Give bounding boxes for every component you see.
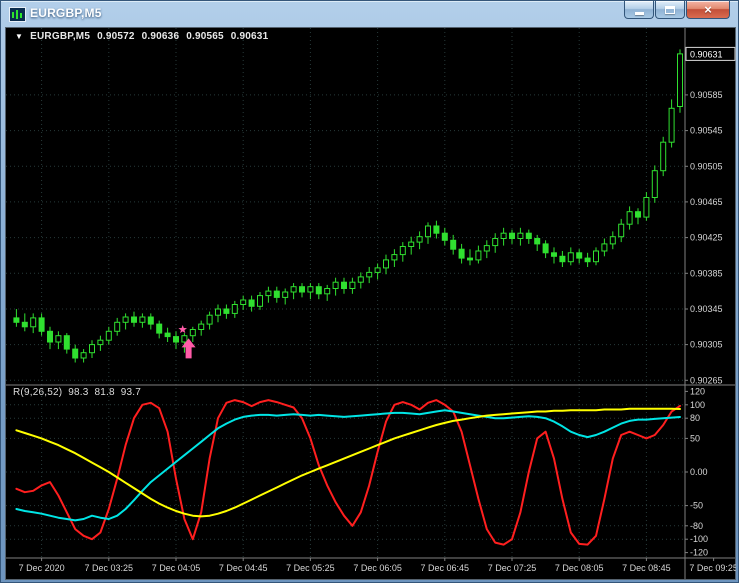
svg-text:7 Dec 07:25: 7 Dec 07:25 (488, 563, 537, 573)
minimize-icon (635, 12, 644, 15)
svg-text:0.90585: 0.90585 (690, 90, 723, 100)
svg-text:80: 80 (690, 413, 700, 423)
svg-text:7 Dec 2020: 7 Dec 2020 (19, 563, 65, 573)
symbol-dropdown-icon[interactable]: ▼ (15, 32, 23, 41)
maximize-icon (665, 6, 675, 14)
svg-text:7 Dec 03:25: 7 Dec 03:25 (85, 563, 134, 573)
svg-text:0.90385: 0.90385 (690, 268, 723, 278)
minimize-button[interactable] (624, 1, 654, 19)
svg-text:0.90505: 0.90505 (690, 161, 723, 171)
window-controls: × (623, 1, 730, 19)
window-title: EURGBP,M5 (30, 6, 102, 20)
svg-text:7 Dec 04:05: 7 Dec 04:05 (152, 563, 201, 573)
svg-text:0.90265: 0.90265 (690, 375, 723, 385)
svg-text:7 Dec 09:25: 7 Dec 09:25 (689, 563, 736, 573)
svg-text:-100: -100 (690, 534, 708, 544)
price-chart-svg[interactable]: 0.90585 0.90545 0.90505 0.90465 0.90425 0.903… (5, 27, 736, 580)
svg-text:-50: -50 (690, 501, 703, 511)
maximize-button[interactable] (655, 1, 685, 19)
close-button[interactable]: × (686, 1, 730, 19)
chart-window-icon (9, 7, 26, 22)
svg-text:50: 50 (690, 433, 700, 443)
svg-text:7 Dec 05:25: 7 Dec 05:25 (286, 563, 335, 573)
svg-text:0.90631: 0.90631 (690, 49, 723, 59)
svg-text:0.90345: 0.90345 (690, 304, 723, 314)
svg-text:7 Dec 08:05: 7 Dec 08:05 (555, 563, 604, 573)
titlebar[interactable]: EURGBP,M5 × (1, 1, 738, 27)
svg-text:100: 100 (690, 400, 705, 410)
svg-text:7 Dec 06:05: 7 Dec 06:05 (353, 563, 402, 573)
svg-text:0.00: 0.00 (690, 467, 708, 477)
svg-text:7 Dec 04:45: 7 Dec 04:45 (219, 563, 268, 573)
chart-window: EURGBP,M5 × 0.90585 0.90545 0.90505 0.90465… (0, 0, 739, 583)
svg-text:-80: -80 (690, 521, 703, 531)
svg-text:0.90305: 0.90305 (690, 340, 723, 350)
svg-text:120: 120 (690, 386, 705, 396)
svg-text:0.90425: 0.90425 (690, 233, 723, 243)
chart-area: 0.90585 0.90545 0.90505 0.90465 0.90425 0.903… (5, 27, 736, 580)
close-icon: × (704, 2, 712, 18)
svg-text:7 Dec 06:45: 7 Dec 06:45 (421, 563, 470, 573)
svg-text:0.90465: 0.90465 (690, 197, 723, 207)
svg-text:-120: -120 (690, 548, 708, 558)
svg-text:7 Dec 08:45: 7 Dec 08:45 (622, 563, 671, 573)
svg-text:0.90545: 0.90545 (690, 126, 723, 136)
